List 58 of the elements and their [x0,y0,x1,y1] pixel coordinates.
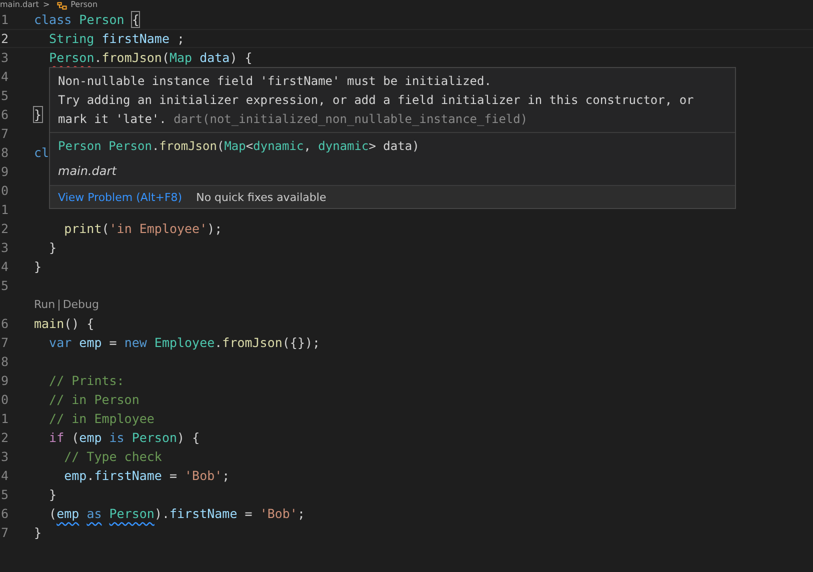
line-number: 7 [0,335,10,350]
code-line: } [48,487,57,502]
code-line: Person.fromJson(Map data) { [48,50,252,65]
breadcrumb-item[interactable]: Person [70,0,98,10]
line-number: 8 [0,354,10,369]
line-number: 0 [0,392,10,407]
quick-fix-note: No quick fixes available [196,190,326,204]
error-message: Non-nullable instance field 'firstName' must be initialized. Try adding an initializer expression, or add a field initializer in this constructor, or mark it 'late'. dart(not_initialized_non_nullable_instance_field) [58,73,695,128]
line-number: 2 [0,430,10,445]
run-link[interactable]: Run [34,298,56,311]
line-number: 8 [0,145,10,160]
line-number: 4 [0,259,10,274]
line-number: 5 [0,278,10,293]
code-line: } [34,525,42,540]
code-line: (emp as Person).firstName = 'Bob'; [48,506,305,521]
line-number: 0 [0,183,10,198]
line-number: 1 [0,411,10,426]
code-line: var emp = new Employee.fromJson({}); [48,335,320,350]
line-number: 6 [0,316,10,331]
signature-text: Person Person.fromJson(Map<dynamic, dynamic> data) [57,138,420,155]
line-number: 7 [0,525,10,540]
line-number: 4 [0,468,10,483]
code-line: } [34,107,42,122]
line-number: 7 [0,126,10,141]
line-number: 6 [0,107,10,122]
line-number: 6 [0,506,10,521]
code-line: // in Employee [48,411,154,426]
breadcrumb-separator: > [42,0,50,10]
line-number: 2 [0,221,10,236]
code-line: print('in Employee'); [63,221,222,236]
line-number: 1 [0,12,10,27]
line-number: 3 [0,50,10,65]
code-line: // Type check [63,449,162,464]
code-line: } [34,259,42,274]
codelens-separator: | [56,298,62,311]
view-problem-link[interactable]: View Problem (Alt+F8) [58,190,182,204]
code-line: emp.firstName = 'Bob'; [63,468,230,483]
code-line: // in Person [48,392,140,407]
line-number: 1 [0,202,10,217]
line-number: 9 [0,373,10,388]
class-icon [56,0,67,10]
code-line: } [48,240,57,255]
line-number: 3 [0,240,10,255]
code-line: class Person { [34,12,140,27]
code-line: main() { [34,316,94,331]
line-number: 4 [0,69,10,84]
line-number: 5 [0,88,10,103]
code-line: if (emp is Person) { [48,430,200,445]
code-line: // Prints: [48,373,124,388]
line-number: 3 [0,449,10,464]
breadcrumb-item[interactable]: main.dart [0,0,39,10]
file-name: main.dart [57,163,118,180]
line-number: 2 [0,31,10,46]
code-line: cl [34,145,50,160]
line-number: 9 [0,164,10,179]
code-line: String firstName ; [48,31,185,46]
line-number: 5 [0,487,10,502]
debug-link[interactable]: Debug [62,298,99,311]
